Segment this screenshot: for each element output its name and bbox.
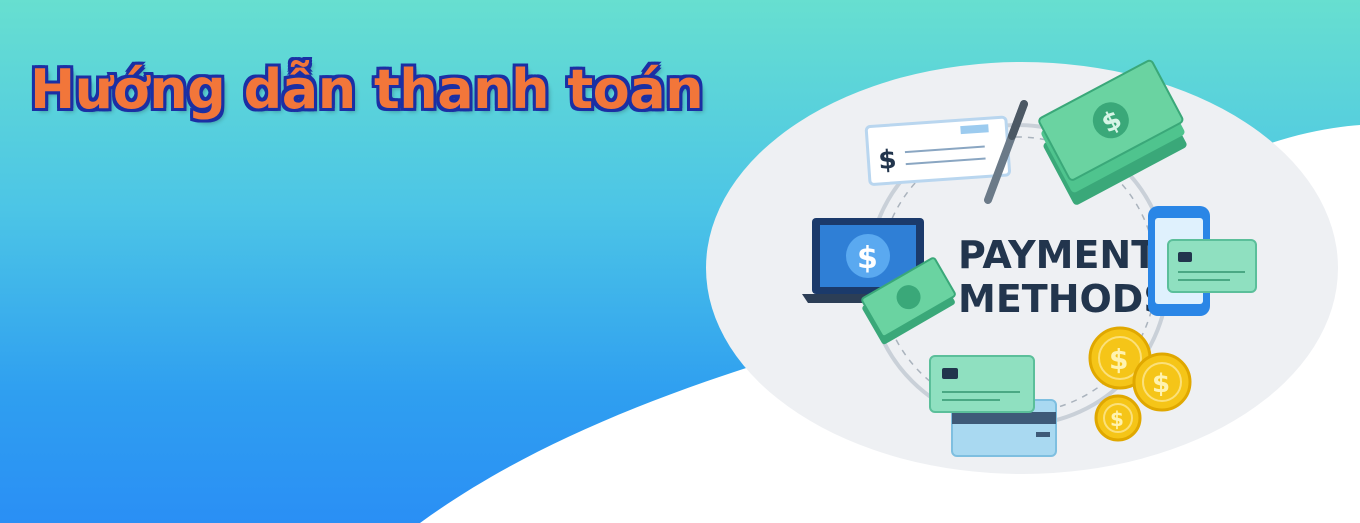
payment-guide-banner: Hướng dẫn thanh toán $ $ $ PAYMENT METHO… bbox=[0, 0, 1360, 523]
coin-dollar-sign-1: $ bbox=[1109, 343, 1128, 376]
payment-methods-illustration: $ $ $ PAYMENT METHODS $ $ $ bbox=[706, 59, 1338, 474]
coin-dollar-sign-3: $ bbox=[1110, 407, 1124, 431]
payment-heading-line2: METHODS bbox=[958, 277, 1171, 321]
check-icon: $ bbox=[864, 115, 1012, 186]
check-dollar-sign: $ bbox=[877, 145, 897, 176]
payment-heading-line1: PAYMENT bbox=[958, 233, 1157, 277]
coin-dollar-sign-2: $ bbox=[1152, 369, 1170, 399]
laptop-dollar-sign: $ bbox=[857, 241, 878, 276]
